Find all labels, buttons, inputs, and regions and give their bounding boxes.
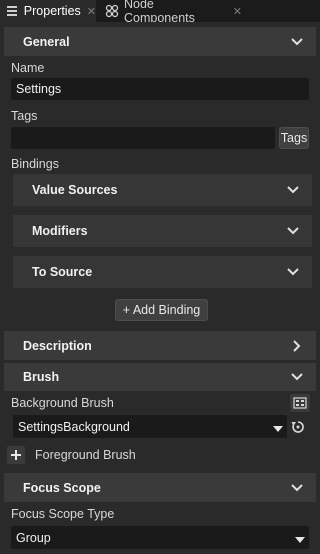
section-brush-title: Brush (23, 370, 60, 384)
binding-to-source-header[interactable]: To Source (13, 256, 312, 288)
section-general-header[interactable]: General (4, 27, 316, 56)
binding-to-source-title: To Source (32, 265, 93, 279)
chevron-down-icon (286, 183, 300, 197)
chevron-down-icon (286, 224, 300, 238)
chevron-down-icon (290, 481, 304, 495)
tab-properties[interactable]: Properties ✕ (0, 0, 96, 22)
properties-icon (6, 4, 19, 18)
focus-scope-type-dropdown[interactable]: Group (11, 526, 309, 549)
foreground-brush-label: Foreground Brush (35, 448, 136, 462)
chevron-right-icon (290, 339, 304, 353)
background-brush-dropdown[interactable]: SettingsBackground (13, 415, 287, 438)
close-icon[interactable]: ✕ (233, 5, 242, 18)
focus-scope-type-label: Focus Scope Type (11, 507, 115, 521)
node-components-icon (105, 4, 119, 18)
close-icon[interactable]: ✕ (87, 5, 96, 18)
brush-palette-icon[interactable] (290, 394, 310, 412)
add-binding-button[interactable]: + Add Binding (115, 299, 208, 321)
section-description-header[interactable]: Description (4, 331, 316, 360)
binding-value-sources-header[interactable]: Value Sources (13, 174, 312, 206)
tab-properties-label: Properties (23, 4, 81, 18)
binding-modifiers-title: Modifiers (32, 224, 88, 238)
section-focus-scope-header[interactable]: Focus Scope (4, 473, 316, 502)
binding-modifiers-header[interactable]: Modifiers (13, 215, 312, 247)
name-label: Name (11, 61, 45, 75)
tags-button[interactable]: Tags (279, 127, 309, 149)
tab-node-components[interactable]: Node Components ✕ (99, 0, 242, 25)
dropdown-arrow-icon (295, 533, 305, 547)
name-field[interactable]: Settings (11, 78, 309, 100)
tags-label: Tags (11, 109, 38, 123)
section-general-title: General (23, 34, 70, 49)
focus-scope-type-value: Group (16, 530, 51, 545)
chevron-down-icon (290, 370, 304, 384)
chevron-down-icon (286, 265, 300, 279)
section-focus-scope-title: Focus Scope (23, 480, 101, 495)
binding-value-sources-title: Value Sources (32, 183, 118, 197)
section-description-title: Description (23, 338, 92, 353)
bindings-label: Bindings (11, 157, 59, 171)
add-foreground-brush-button[interactable] (7, 446, 25, 464)
background-brush-value: SettingsBackground (18, 419, 130, 434)
chevron-down-icon (290, 35, 304, 49)
section-brush-header[interactable]: Brush (4, 363, 316, 391)
background-brush-label: Background Brush (11, 396, 114, 410)
tab-bar: Properties ✕ Node Components ✕ (0, 0, 320, 25)
tags-input[interactable] (11, 127, 275, 149)
dropdown-arrow-icon (273, 422, 283, 436)
revert-icon[interactable] (289, 418, 307, 436)
